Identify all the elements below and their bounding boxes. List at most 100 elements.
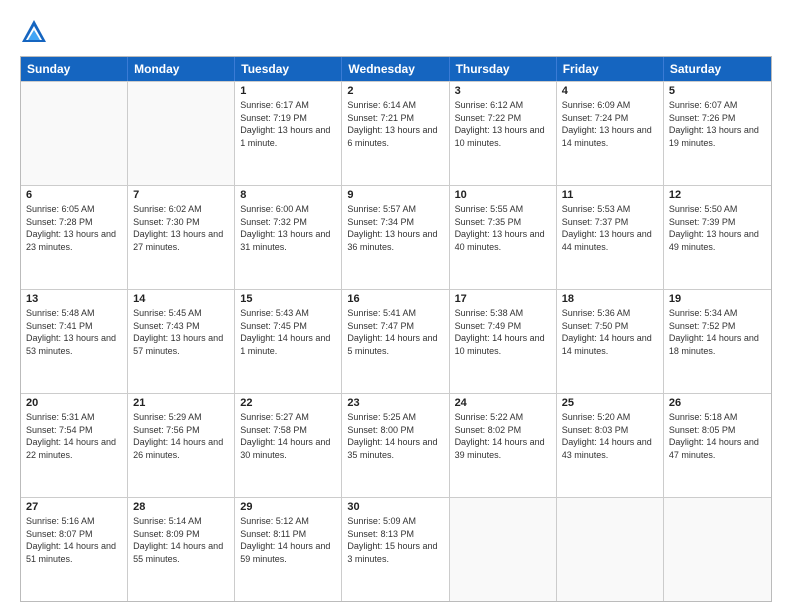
day-number: 26 <box>669 397 766 409</box>
day-number: 5 <box>669 85 766 97</box>
calendar-cell <box>450 498 557 601</box>
day-number: 25 <box>562 397 658 409</box>
calendar-cell: 18 Sunrise: 5:36 AM Sunset: 7:50 PM Dayli… <box>557 290 664 393</box>
day-info: Sunrise: 6:17 AM Sunset: 7:19 PM Dayligh… <box>240 99 336 149</box>
calendar-cell: 9 Sunrise: 5:57 AM Sunset: 7:34 PM Daylig… <box>342 186 449 289</box>
day-info: Sunrise: 5:45 AM Sunset: 7:43 PM Dayligh… <box>133 307 229 357</box>
day-info: Sunrise: 5:22 AM Sunset: 8:02 PM Dayligh… <box>455 411 551 461</box>
calendar-row-1: 6Sunrise: 6:05 AM Sunset: 7:28 PM Daylig… <box>21 185 771 289</box>
day-number: 11 <box>562 189 658 201</box>
weekday-header-saturday: Saturday <box>664 57 771 81</box>
calendar-cell: 2 Sunrise: 6:14 AM Sunset: 7:21 PM Daylig… <box>342 82 449 185</box>
calendar-cell: 28Sunrise: 5:14 AM Sunset: 8:09 PM Dayli… <box>128 498 235 601</box>
day-info: Sunrise: 5:12 AM Sunset: 8:11 PM Dayligh… <box>240 515 336 565</box>
calendar-cell: 4 Sunrise: 6:09 AM Sunset: 7:24 PM Daylig… <box>557 82 664 185</box>
calendar-row-4: 27 Sunrise: 5:16 AM Sunset: 8:07 PM Dayli… <box>21 497 771 601</box>
day-number: 14 <box>133 293 229 305</box>
calendar-cell: 3 Sunrise: 6:12 AM Sunset: 7:22 PM Daylig… <box>450 82 557 185</box>
calendar-cell <box>21 82 128 185</box>
calendar-cell: 5 Sunrise: 6:07 AM Sunset: 7:26 PM Daylig… <box>664 82 771 185</box>
day-info: Sunrise: 5:29 AM Sunset: 7:56 PM Dayligh… <box>133 411 229 461</box>
day-number: 19 <box>669 293 766 305</box>
day-number: 17 <box>455 293 551 305</box>
calendar-cell: 27 Sunrise: 5:16 AM Sunset: 8:07 PM Dayli… <box>21 498 128 601</box>
day-info: Sunrise: 5:27 AM Sunset: 7:58 PM Dayligh… <box>240 411 336 461</box>
weekday-header-sunday: Sunday <box>21 57 128 81</box>
calendar-row-3: 20Sunrise: 5:31 AM Sunset: 7:54 PM Dayli… <box>21 393 771 497</box>
day-info: Sunrise: 6:00 AM Sunset: 7:32 PM Dayligh… <box>240 203 336 253</box>
day-number: 27 <box>26 501 122 513</box>
calendar: SundayMondayTuesdayWednesdayThursdayFrid… <box>20 56 772 602</box>
day-number: 4 <box>562 85 658 97</box>
calendar-row-0: 1 Sunrise: 6:17 AM Sunset: 7:19 PM Daylig… <box>21 81 771 185</box>
day-info: Sunrise: 5:43 AM Sunset: 7:45 PM Dayligh… <box>240 307 336 357</box>
calendar-cell: 15 Sunrise: 5:43 AM Sunset: 7:45 PM Dayli… <box>235 290 342 393</box>
logo-icon <box>20 18 48 46</box>
calendar-cell: 1 Sunrise: 6:17 AM Sunset: 7:19 PM Daylig… <box>235 82 342 185</box>
weekday-header-friday: Friday <box>557 57 664 81</box>
day-info: Sunrise: 6:14 AM Sunset: 7:21 PM Dayligh… <box>347 99 443 149</box>
day-number: 23 <box>347 397 443 409</box>
day-number: 9 <box>347 189 443 201</box>
day-info: Sunrise: 5:31 AM Sunset: 7:54 PM Dayligh… <box>26 411 122 461</box>
weekday-header-tuesday: Tuesday <box>235 57 342 81</box>
day-info: Sunrise: 6:07 AM Sunset: 7:26 PM Dayligh… <box>669 99 766 149</box>
day-info: Sunrise: 5:20 AM Sunset: 8:03 PM Dayligh… <box>562 411 658 461</box>
day-number: 18 <box>562 293 658 305</box>
calendar-row-2: 13Sunrise: 5:48 AM Sunset: 7:41 PM Dayli… <box>21 289 771 393</box>
header <box>20 18 772 46</box>
calendar-cell <box>557 498 664 601</box>
day-info: Sunrise: 5:34 AM Sunset: 7:52 PM Dayligh… <box>669 307 766 357</box>
day-info: Sunrise: 5:41 AM Sunset: 7:47 PM Dayligh… <box>347 307 443 357</box>
day-number: 7 <box>133 189 229 201</box>
calendar-cell: 12Sunrise: 5:50 AM Sunset: 7:39 PM Dayli… <box>664 186 771 289</box>
logo <box>20 18 52 46</box>
calendar-cell: 16Sunrise: 5:41 AM Sunset: 7:47 PM Dayli… <box>342 290 449 393</box>
calendar-cell: 29 Sunrise: 5:12 AM Sunset: 8:11 PM Dayli… <box>235 498 342 601</box>
calendar-cell: 11Sunrise: 5:53 AM Sunset: 7:37 PM Dayli… <box>557 186 664 289</box>
calendar-body: 1 Sunrise: 6:17 AM Sunset: 7:19 PM Daylig… <box>21 81 771 601</box>
day-info: Sunrise: 6:09 AM Sunset: 7:24 PM Dayligh… <box>562 99 658 149</box>
calendar-cell: 22Sunrise: 5:27 AM Sunset: 7:58 PM Dayli… <box>235 394 342 497</box>
calendar-cell: 30 Sunrise: 5:09 AM Sunset: 8:13 PM Dayli… <box>342 498 449 601</box>
day-number: 2 <box>347 85 443 97</box>
calendar-cell: 10 Sunrise: 5:55 AM Sunset: 7:35 PM Dayli… <box>450 186 557 289</box>
weekday-header-thursday: Thursday <box>450 57 557 81</box>
day-info: Sunrise: 5:09 AM Sunset: 8:13 PM Dayligh… <box>347 515 443 565</box>
calendar-cell: 14 Sunrise: 5:45 AM Sunset: 7:43 PM Dayli… <box>128 290 235 393</box>
calendar-cell: 17 Sunrise: 5:38 AM Sunset: 7:49 PM Dayli… <box>450 290 557 393</box>
calendar-cell <box>664 498 771 601</box>
day-number: 1 <box>240 85 336 97</box>
calendar-cell: 8Sunrise: 6:00 AM Sunset: 7:32 PM Daylig… <box>235 186 342 289</box>
calendar-cell: 20Sunrise: 5:31 AM Sunset: 7:54 PM Dayli… <box>21 394 128 497</box>
day-info: Sunrise: 5:16 AM Sunset: 8:07 PM Dayligh… <box>26 515 122 565</box>
day-number: 3 <box>455 85 551 97</box>
weekday-header-wednesday: Wednesday <box>342 57 449 81</box>
day-number: 12 <box>669 189 766 201</box>
calendar-cell: 6Sunrise: 6:05 AM Sunset: 7:28 PM Daylig… <box>21 186 128 289</box>
day-number: 15 <box>240 293 336 305</box>
day-info: Sunrise: 6:12 AM Sunset: 7:22 PM Dayligh… <box>455 99 551 149</box>
calendar-cell: 25 Sunrise: 5:20 AM Sunset: 8:03 PM Dayli… <box>557 394 664 497</box>
day-number: 29 <box>240 501 336 513</box>
day-number: 13 <box>26 293 122 305</box>
calendar-cell: 19 Sunrise: 5:34 AM Sunset: 7:52 PM Dayli… <box>664 290 771 393</box>
weekday-header-monday: Monday <box>128 57 235 81</box>
day-info: Sunrise: 5:14 AM Sunset: 8:09 PM Dayligh… <box>133 515 229 565</box>
calendar-cell: 26 Sunrise: 5:18 AM Sunset: 8:05 PM Dayli… <box>664 394 771 497</box>
day-number: 6 <box>26 189 122 201</box>
day-info: Sunrise: 5:36 AM Sunset: 7:50 PM Dayligh… <box>562 307 658 357</box>
calendar-header-row: SundayMondayTuesdayWednesdayThursdayFrid… <box>21 57 771 81</box>
page: SundayMondayTuesdayWednesdayThursdayFrid… <box>0 0 792 612</box>
day-info: Sunrise: 5:55 AM Sunset: 7:35 PM Dayligh… <box>455 203 551 253</box>
day-info: Sunrise: 5:25 AM Sunset: 8:00 PM Dayligh… <box>347 411 443 461</box>
calendar-cell: 23 Sunrise: 5:25 AM Sunset: 8:00 PM Dayli… <box>342 394 449 497</box>
day-info: Sunrise: 5:38 AM Sunset: 7:49 PM Dayligh… <box>455 307 551 357</box>
day-number: 30 <box>347 501 443 513</box>
day-info: Sunrise: 5:57 AM Sunset: 7:34 PM Dayligh… <box>347 203 443 253</box>
calendar-cell: 24Sunrise: 5:22 AM Sunset: 8:02 PM Dayli… <box>450 394 557 497</box>
day-number: 10 <box>455 189 551 201</box>
day-info: Sunrise: 5:18 AM Sunset: 8:05 PM Dayligh… <box>669 411 766 461</box>
calendar-cell: 21Sunrise: 5:29 AM Sunset: 7:56 PM Dayli… <box>128 394 235 497</box>
calendar-cell: 13Sunrise: 5:48 AM Sunset: 7:41 PM Dayli… <box>21 290 128 393</box>
